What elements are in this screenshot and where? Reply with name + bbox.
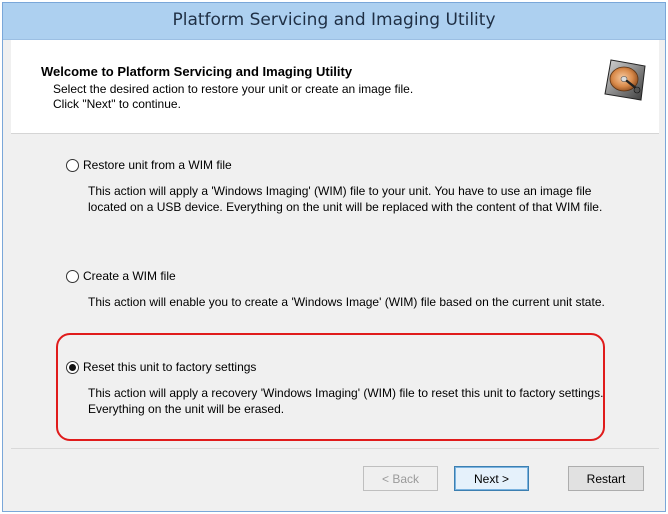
header-description: Select the desired action to restore you… (53, 82, 533, 112)
option-restore-row[interactable]: Restore unit from a WIM file (66, 157, 618, 173)
restore-radio[interactable] (66, 158, 79, 172)
wizard-header: Welcome to Platform Servicing and Imagin… (11, 40, 659, 134)
window-title: Platform Servicing and Imaging Utility (172, 10, 496, 30)
wizard-footer: < Back Next > Restart (11, 448, 659, 511)
option-restore: Restore unit from a WIM file This action… (66, 157, 618, 215)
hard-disk-icon (604, 59, 646, 101)
next-button[interactable]: Next > (454, 466, 529, 491)
header-line-1: Select the desired action to restore you… (53, 82, 414, 96)
title-bar[interactable]: Platform Servicing and Imaging Utility (3, 3, 665, 40)
option-create-row[interactable]: Create a WIM file (66, 268, 618, 284)
back-button[interactable]: < Back (363, 466, 438, 491)
header-title: Welcome to Platform Servicing and Imagin… (41, 64, 353, 79)
create-radio[interactable] (66, 269, 79, 283)
restore-description: This action will apply a 'Windows Imagin… (88, 184, 603, 214)
selection-highlight-outline (56, 333, 605, 441)
option-create: Create a WIM file This action will enabl… (66, 268, 618, 310)
create-description: This action will enable you to create a … (88, 295, 605, 309)
restore-label[interactable]: Restore unit from a WIM file (83, 158, 232, 172)
restart-button[interactable]: Restart (568, 466, 644, 491)
create-label[interactable]: Create a WIM file (83, 269, 176, 283)
header-line-2: Click "Next" to continue. (53, 97, 181, 111)
